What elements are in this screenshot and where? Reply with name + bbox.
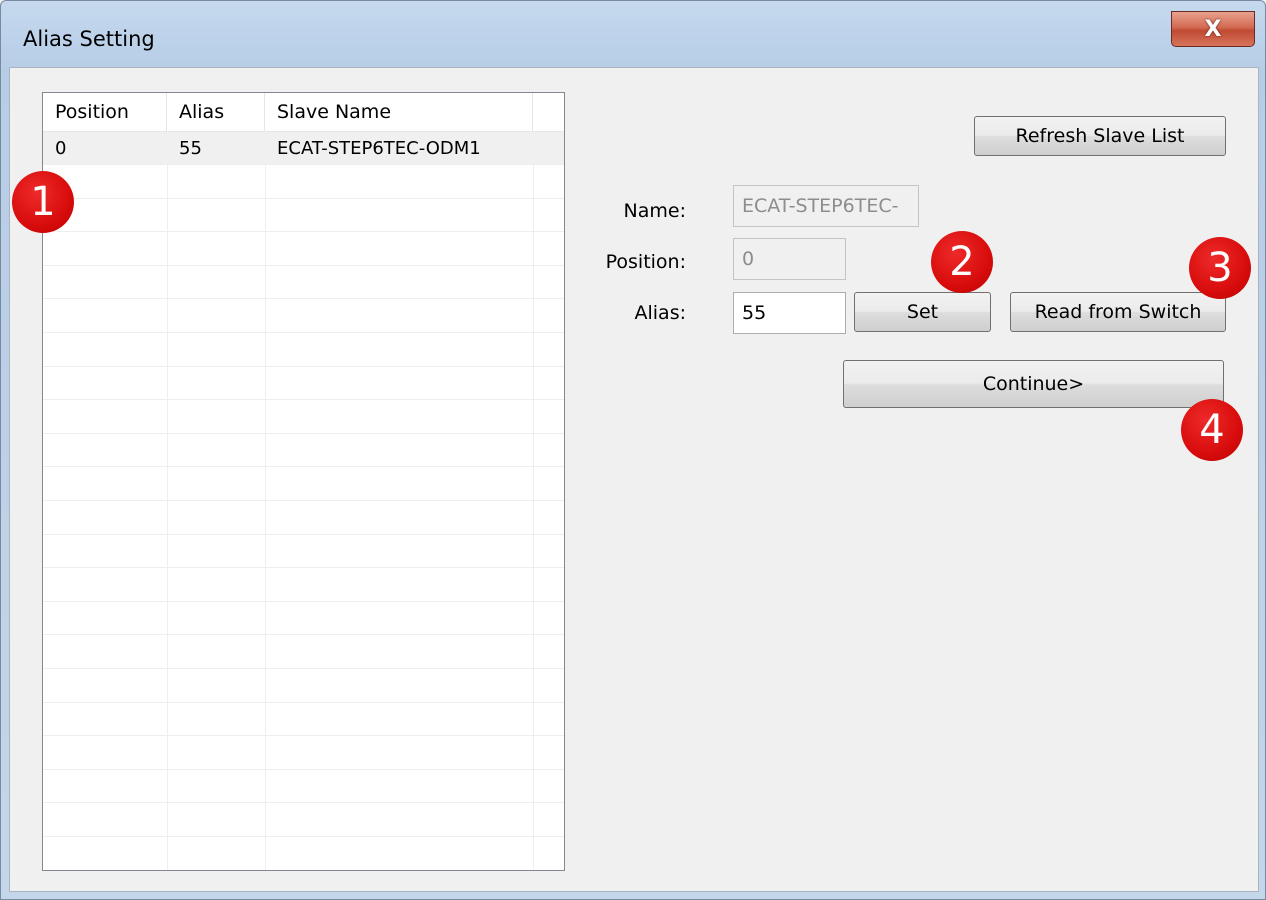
empty-list-row [43,300,564,333]
position-label: Position: [605,251,686,273]
empty-list-row [43,468,564,501]
callout-badge-1: 1 [12,171,74,233]
name-field: ECAT-STEP6TEC- [733,185,919,227]
alias-input[interactable]: 55 [733,292,846,334]
empty-list-row [43,199,564,233]
cell-position: 0 [55,138,67,159]
empty-list-row [43,703,564,737]
read-from-switch-button[interactable]: Read from Switch [1010,292,1226,332]
close-icon: X [1204,16,1222,42]
callout-badge-3: 3 [1189,237,1251,299]
empty-list-row [43,233,564,266]
empty-list-row [43,770,564,804]
empty-list-row [43,367,564,401]
cell-alias: 55 [179,138,202,159]
alias-label: Alias: [634,302,687,324]
empty-list-row [43,502,564,535]
empty-list-row [43,166,564,199]
empty-list-row [43,737,564,770]
close-button[interactable]: X [1171,11,1255,47]
alias-setting-window: Alias Setting X Position Alias Slave Nam… [0,0,1266,900]
slave-list[interactable]: Position Alias Slave Name 0 55 ECAT-STEP… [42,92,565,871]
empty-list-row [43,569,564,602]
window-title: Alias Setting [23,27,155,51]
cell-slave-name: ECAT-STEP6TEC-ODM1 [277,138,481,159]
callout-badge-4: 4 [1181,399,1243,461]
continue-button[interactable]: Continue> [843,360,1224,408]
slave-list-header: Position Alias Slave Name [43,93,564,132]
column-header-slave-name[interactable]: Slave Name [265,93,533,131]
position-field: 0 [733,238,846,280]
empty-list-row [43,602,564,636]
empty-list-row [43,636,564,669]
refresh-slave-list-button[interactable]: Refresh Slave List [974,116,1226,156]
column-header-alias[interactable]: Alias [167,93,265,131]
name-label: Name: [623,200,686,222]
title-bar[interactable]: Alias Setting X [1,1,1265,67]
empty-list-row [43,266,564,300]
column-header-position[interactable]: Position [43,93,167,131]
empty-list-row [43,535,564,569]
set-button[interactable]: Set [854,292,991,332]
table-row[interactable]: 0 55 ECAT-STEP6TEC-ODM1 [43,132,564,165]
empty-list-row [43,670,564,703]
empty-list-row [43,334,564,367]
empty-list-row [43,434,564,468]
empty-list-row [43,804,564,837]
dialog-client-area: Position Alias Slave Name 0 55 ECAT-STEP… [9,67,1259,892]
empty-list-row [43,838,564,870]
callout-badge-2: 2 [931,231,993,293]
empty-list-row [43,401,564,434]
